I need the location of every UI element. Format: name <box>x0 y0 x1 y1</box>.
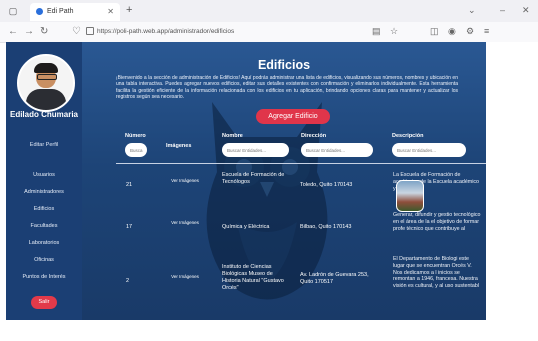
sidebar-item-administradores[interactable]: Administradores <box>6 189 82 195</box>
reload-icon[interactable]: ↻ <box>40 26 48 38</box>
lock-icon <box>86 27 94 36</box>
close-tab-icon[interactable]: ✕ <box>107 7 114 16</box>
page-description: ¡Bienvenido a la sección de administraci… <box>116 75 458 100</box>
page-bottom-margin <box>0 320 538 341</box>
sidebar-item-facultades[interactable]: Facultades <box>6 223 82 229</box>
username: Edilado Chumaria <box>9 110 78 119</box>
page-right-margin <box>486 42 538 320</box>
bookmark-icon[interactable]: ☆ <box>390 26 398 37</box>
row3-numero: 2 <box>126 278 130 284</box>
expand-tabs-icon[interactable]: ⌄ <box>468 5 476 16</box>
url-text: https://poli-path.web.app/administrador/… <box>97 28 235 35</box>
reader-icon[interactable]: ▤ <box>372 26 381 37</box>
table-divider <box>116 163 486 164</box>
address-bar[interactable]: https://poli-path.web.app/administrador/… <box>86 25 386 39</box>
page: Edilado Chumaria Editar Perfil Usuarios … <box>6 42 486 320</box>
sidebar-item-usuarios[interactable]: Usuarios <box>6 172 82 178</box>
favicon-icon <box>36 8 43 15</box>
sidebar-item-oficinas[interactable]: Oficinas <box>6 257 82 263</box>
header-numero: Número <box>125 133 146 139</box>
browser-tab-bar: ▢ Edi Path ✕ + ⌄ – ✕ <box>0 0 538 22</box>
new-tab-icon[interactable]: + <box>126 4 132 16</box>
main-panel: Edificios ¡Bienvenido a la sección de ad… <box>82 42 486 320</box>
row2-descripcion: Generar, difundir y gestio tecnológico e… <box>393 212 481 232</box>
sidebar: Edilado Chumaria Editar Perfil Usuarios … <box>6 42 82 320</box>
forward-icon[interactable]: → <box>24 26 34 38</box>
shield-icon[interactable]: ♡ <box>72 26 81 38</box>
filter-direccion-input[interactable] <box>301 143 373 157</box>
row3-direccion: Av. Ladrón de Guevara 253, Quito 170517 <box>300 272 369 285</box>
minimize-icon[interactable]: – <box>500 5 505 15</box>
window-close-icon[interactable]: ✕ <box>522 5 530 16</box>
row2-ver-imagenes-link[interactable]: Ver Imágenes <box>170 220 200 226</box>
extensions-icon[interactable]: ⚙ <box>466 26 474 37</box>
header-nombre: Nombre <box>222 133 243 139</box>
pocket-icon[interactable]: ◫ <box>430 26 439 37</box>
filter-numero-input[interactable] <box>125 143 147 157</box>
row3-descripcion: El Departamento de Biologi este lugar qu… <box>393 256 479 290</box>
window-menu-icon[interactable]: ▢ <box>6 4 20 18</box>
back-icon[interactable]: ← <box>8 26 18 38</box>
logout-button[interactable]: Salir <box>31 296 57 309</box>
header-direccion: Dirección <box>301 133 327 139</box>
add-building-button[interactable]: Agregar Edificio <box>256 109 330 124</box>
tab-title: Edi Path <box>47 8 74 15</box>
avatar <box>17 54 75 112</box>
header-descripcion: Descripción <box>392 133 424 139</box>
account-icon[interactable]: ◉ <box>448 26 456 37</box>
row3-ver-imagenes-link[interactable]: Ver Imágenes <box>170 274 200 280</box>
row3-nombre: Instituto de Ciencias Biológicas Museo d… <box>222 264 284 291</box>
sidebar-item-edificios[interactable]: Edificios <box>6 206 82 212</box>
browser-nav-bar: ← → ↻ ♡ https://poli-path.web.app/admini… <box>0 22 538 43</box>
row2-direccion: Bilbao, Quito 170143 <box>300 224 352 230</box>
row1-direccion: Toledo, Quito 170143 <box>300 182 353 188</box>
sidebar-item-laboratorios[interactable]: Laboratorios <box>6 240 82 246</box>
filter-nombre-input[interactable] <box>222 143 289 157</box>
edit-profile-link[interactable]: Editar Perfil <box>6 142 82 148</box>
row2-numero: 17 <box>126 224 133 230</box>
row2-nombre: Química y Eléctrica <box>222 224 270 230</box>
page-title: Edificios <box>257 58 311 72</box>
header-imagenes: Imágenes <box>166 143 192 149</box>
sidebar-item-puntos-de-interes[interactable]: Puntos de Interés <box>6 274 82 280</box>
filter-descripcion-input[interactable] <box>392 143 466 157</box>
building-thumbnail-image[interactable] <box>396 180 424 212</box>
row1-numero: 21 <box>126 182 133 188</box>
menu-icon[interactable]: ≡ <box>484 26 489 36</box>
row1-ver-imagenes-link[interactable]: Ver Imágenes <box>170 178 200 184</box>
row1-nombre: Escuela de Formación de Tecnólogos <box>222 172 285 185</box>
browser-tab[interactable]: Edi Path ✕ <box>30 3 120 21</box>
